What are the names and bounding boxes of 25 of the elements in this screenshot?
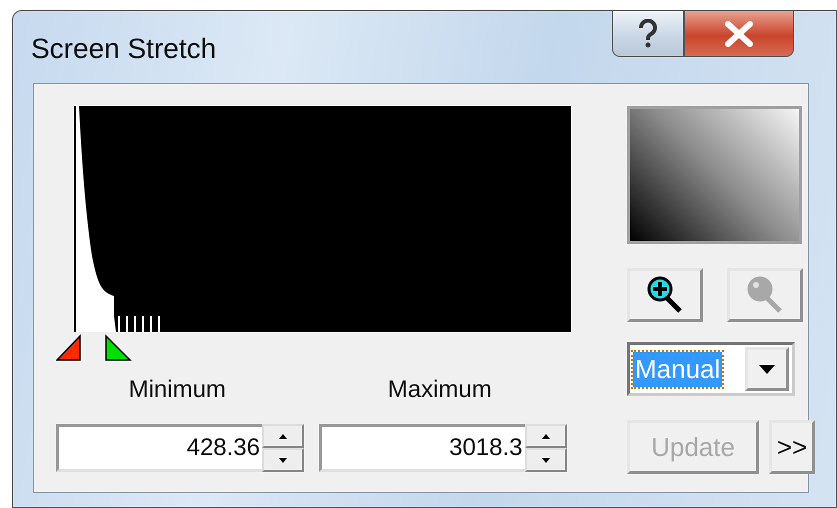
increment-button[interactable] <box>262 424 304 448</box>
dropdown-button[interactable] <box>745 347 789 391</box>
zoom-in-button[interactable] <box>627 268 703 322</box>
help-icon <box>638 18 658 48</box>
dropdown-value: Manual <box>633 352 722 386</box>
more-button[interactable]: >> <box>769 420 815 474</box>
close-icon <box>724 20 754 46</box>
down-arrow-icon <box>542 458 550 462</box>
close-button[interactable] <box>684 11 794 57</box>
zoom-in-icon <box>646 275 684 315</box>
number-field[interactable]: 428.36 <box>56 424 262 472</box>
magnifier-icon <box>746 275 784 315</box>
up-arrow-icon <box>542 434 550 438</box>
increment-button[interactable] <box>524 424 566 448</box>
number-field[interactable]: 3018.3 <box>318 424 524 472</box>
window-title: Screen Stretch <box>31 33 218 65</box>
down-arrow-icon <box>279 458 287 462</box>
up-arrow-icon <box>279 434 287 438</box>
help-button[interactable] <box>612 11 684 57</box>
decrement-button[interactable] <box>524 448 566 472</box>
field-label: Minimum <box>128 376 226 404</box>
decrement-button[interactable] <box>262 448 304 472</box>
field-label: Maximum <box>388 376 492 404</box>
histogram-bars <box>118 316 160 332</box>
caret-icon <box>759 364 775 374</box>
